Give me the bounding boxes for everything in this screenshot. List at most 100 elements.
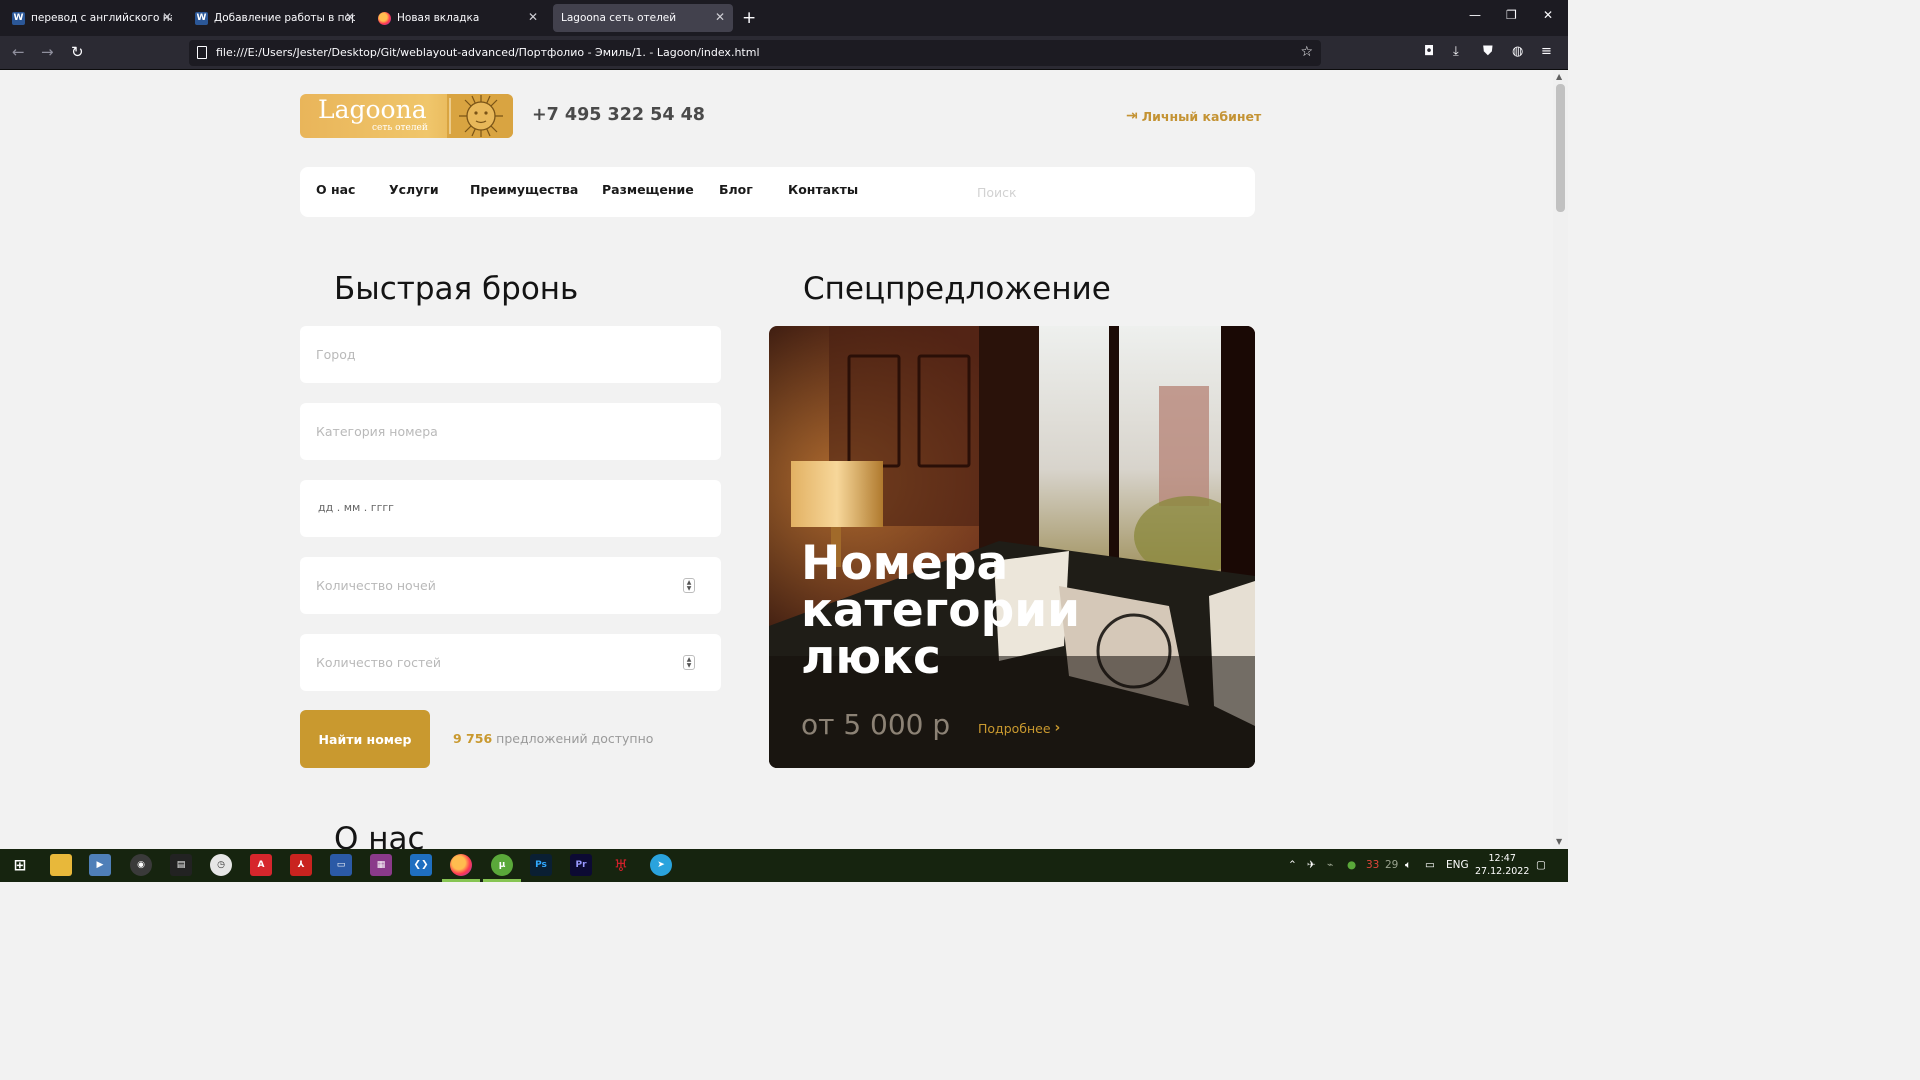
- archiver-icon[interactable]: ▦: [370, 854, 392, 876]
- pdf-reader-icon[interactable]: ⅄: [290, 854, 312, 876]
- sun-emblem-icon: [447, 94, 513, 138]
- booking-title: Быстрая бронь: [334, 271, 579, 307]
- clock-time: 12:47: [1488, 853, 1516, 864]
- nights-input[interactable]: [300, 557, 721, 614]
- notifications-icon[interactable]: ▢: [1536, 859, 1546, 871]
- offers-available: 9 756 предложений доступно: [453, 731, 653, 746]
- logo-name: Lagoona: [318, 95, 427, 124]
- tray-counter-2[interactable]: 29: [1385, 859, 1398, 871]
- word-icon: W: [195, 11, 208, 25]
- number-spinner-icon[interactable]: ▲ ▼: [683, 578, 695, 593]
- login-icon: ⇥: [1126, 108, 1138, 124]
- logo[interactable]: Lagoona сеть отелей: [300, 94, 513, 138]
- pocket-icon[interactable]: ◘: [1424, 45, 1434, 59]
- firefox-icon: [378, 11, 391, 25]
- nav-item-services[interactable]: Услуги: [389, 182, 439, 197]
- scrollbar-thumb[interactable]: [1556, 84, 1565, 212]
- clock[interactable]: 12:47 27.12.2022: [1475, 852, 1529, 878]
- browser-tab[interactable]: W перевод с английского на русс ✕: [4, 4, 180, 32]
- vscode-icon[interactable]: ❮❯: [410, 854, 432, 876]
- back-icon[interactable]: ←: [12, 43, 25, 61]
- tray-airplane-icon[interactable]: ✈: [1307, 859, 1316, 871]
- telegram-icon[interactable]: ➤: [650, 854, 672, 876]
- clock-app-icon[interactable]: ◷: [210, 854, 232, 876]
- nav-item-contacts[interactable]: Контакты: [788, 182, 858, 197]
- tray-counter-1[interactable]: 33: [1366, 859, 1379, 871]
- nav-item-about[interactable]: О нас: [316, 182, 355, 197]
- clock-date: 27.12.2022: [1475, 866, 1530, 877]
- browser-tab[interactable]: Новая вкладка ✕: [370, 4, 546, 32]
- scroll-up-icon[interactable]: ▲: [1556, 72, 1562, 81]
- offers-text: предложений доступно: [496, 731, 654, 746]
- search-input[interactable]: [977, 178, 1237, 206]
- reload-icon[interactable]: ↻: [71, 43, 84, 61]
- phone-number[interactable]: +7 495 322 54 48: [532, 105, 705, 125]
- nav-item-blog[interactable]: Блог: [719, 182, 753, 197]
- active-app-indicator: [483, 879, 521, 882]
- extension-shield-icon[interactable]: ⛊: [1483, 45, 1493, 59]
- page-icon: [197, 46, 207, 59]
- page-scrollbar[interactable]: ▲ ▼: [1553, 70, 1568, 849]
- firefox-icon[interactable]: [450, 854, 472, 876]
- promo-price: от 5 000 р: [801, 708, 951, 741]
- download-icon[interactable]: ⤓: [1453, 45, 1459, 59]
- new-tab-icon[interactable]: +: [742, 8, 756, 28]
- bookmark-star-icon[interactable]: ☆: [1300, 44, 1313, 60]
- language-indicator[interactable]: ENG: [1446, 859, 1469, 871]
- window-close-icon[interactable]: ✕: [1543, 8, 1553, 22]
- scroll-down-icon[interactable]: ▼: [1556, 837, 1562, 846]
- tray-utorrent-icon[interactable]: ●: [1347, 859, 1356, 871]
- personal-account-link[interactable]: ⇥ Личный кабинет: [1126, 108, 1261, 124]
- city-input[interactable]: [300, 326, 721, 383]
- tab-title: перевод с английского на русс: [31, 12, 172, 24]
- monitor-app-icon[interactable]: ▭: [330, 854, 352, 876]
- word-icon: W: [12, 11, 25, 25]
- tab-title: Новая вкладка: [397, 12, 480, 24]
- volume-icon[interactable]: 🔈︎: [1405, 859, 1411, 872]
- city-field[interactable]: [300, 326, 721, 383]
- close-icon[interactable]: ✕: [528, 10, 538, 24]
- menu-icon[interactable]: ≡: [1541, 45, 1552, 59]
- game-launcher-icon[interactable]: ♅: [610, 854, 632, 876]
- tray-network-icon[interactable]: ⌁: [1327, 859, 1333, 871]
- room-category-field[interactable]: [300, 403, 721, 460]
- file-explorer-icon[interactable]: [50, 854, 72, 876]
- display-icon[interactable]: ▭: [1425, 859, 1435, 871]
- guests-input[interactable]: [300, 634, 721, 691]
- number-spinner-icon[interactable]: ▲ ▼: [683, 655, 695, 670]
- premiere-icon[interactable]: Pr: [570, 854, 592, 876]
- about-title: О нас: [334, 821, 425, 849]
- url-text[interactable]: file:///E:/Users/Jester/Desktop/Git/webl…: [216, 46, 760, 59]
- restore-icon[interactable]: ❐: [1506, 8, 1517, 22]
- tray-chevron-up-icon[interactable]: ⌃: [1288, 859, 1297, 871]
- video-editor-icon[interactable]: ▤: [170, 854, 192, 876]
- close-icon[interactable]: ✕: [715, 10, 725, 24]
- nights-field[interactable]: ▲▼: [300, 557, 721, 614]
- media-player-icon[interactable]: ▶: [89, 854, 111, 876]
- utorrent-icon[interactable]: µ: [491, 854, 513, 876]
- guests-field[interactable]: ▲▼: [300, 634, 721, 691]
- browser-toolbar: ← → ↻ file:///E:/Users/Jester/Desktop/Gi…: [0, 36, 1568, 70]
- room-category-input[interactable]: [300, 403, 721, 460]
- photoshop-icon[interactable]: Ps: [530, 854, 552, 876]
- browser-tab[interactable]: W Добавление работы в портфол ✕: [187, 4, 363, 32]
- nav-item-accommodation[interactable]: Размещение: [602, 182, 694, 197]
- windows-start-icon[interactable]: ⊞: [9, 854, 31, 876]
- forward-icon[interactable]: →: [41, 43, 54, 61]
- browser-tab-active[interactable]: Lagoona сеть отелей ✕: [553, 4, 733, 32]
- amd-icon[interactable]: A: [250, 854, 272, 876]
- close-icon[interactable]: ✕: [345, 10, 355, 24]
- url-bar[interactable]: file:///E:/Users/Jester/Desktop/Git/webl…: [189, 40, 1321, 66]
- disc-app-icon[interactable]: ◉: [130, 854, 152, 876]
- page-viewport: Lagoona сеть отелей +7 495 322 54 48 ⇥ Л…: [0, 70, 1553, 849]
- minimize-icon[interactable]: —: [1469, 8, 1481, 22]
- special-offer-card[interactable]: Номера категории люкс от 5 000 р Подробн…: [769, 326, 1255, 768]
- chevron-right-icon: ›: [1054, 720, 1061, 736]
- globe-icon[interactable]: ◍: [1512, 45, 1523, 59]
- more-link[interactable]: Подробнее ›: [978, 720, 1060, 736]
- close-icon[interactable]: ✕: [162, 10, 172, 24]
- personal-account-label: Личный кабинет: [1141, 108, 1262, 124]
- date-field[interactable]: дд . мм . гггг: [300, 480, 721, 537]
- find-room-button[interactable]: Найти номер: [300, 710, 430, 768]
- nav-item-advantages[interactable]: Преимущества: [470, 182, 578, 197]
